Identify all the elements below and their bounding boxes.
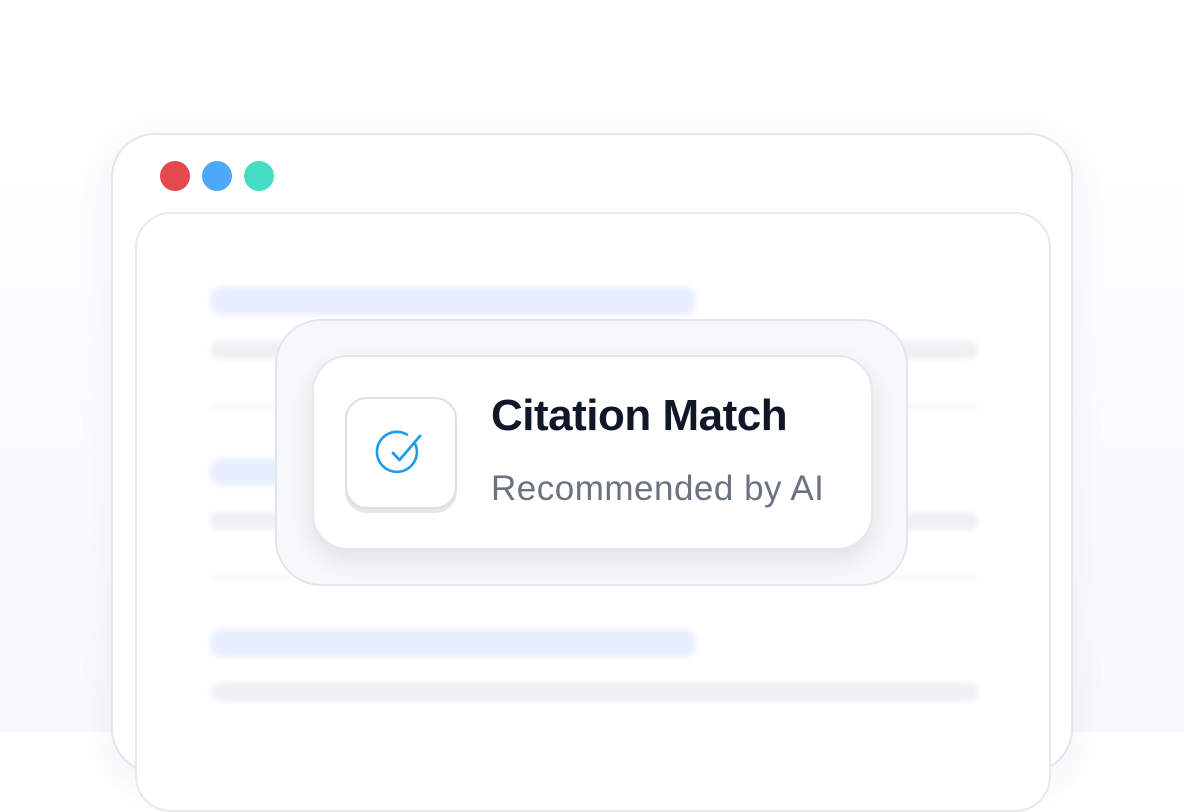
placeholder-heading-3 [210, 629, 696, 657]
check-circle-icon [375, 430, 422, 474]
citation-match-card[interactable]: Citation Match Recommended by AI [312, 355, 873, 550]
placeholder-heading-1 [210, 287, 696, 315]
close-window-button[interactable] [160, 161, 190, 191]
minimize-window-button[interactable] [202, 161, 232, 191]
maximize-window-button[interactable] [244, 161, 274, 191]
card-title: Citation Match [491, 391, 788, 440]
icon-container [345, 397, 457, 509]
card-subtitle: Recommended by AI [491, 469, 825, 508]
placeholder-line-3 [210, 683, 978, 701]
